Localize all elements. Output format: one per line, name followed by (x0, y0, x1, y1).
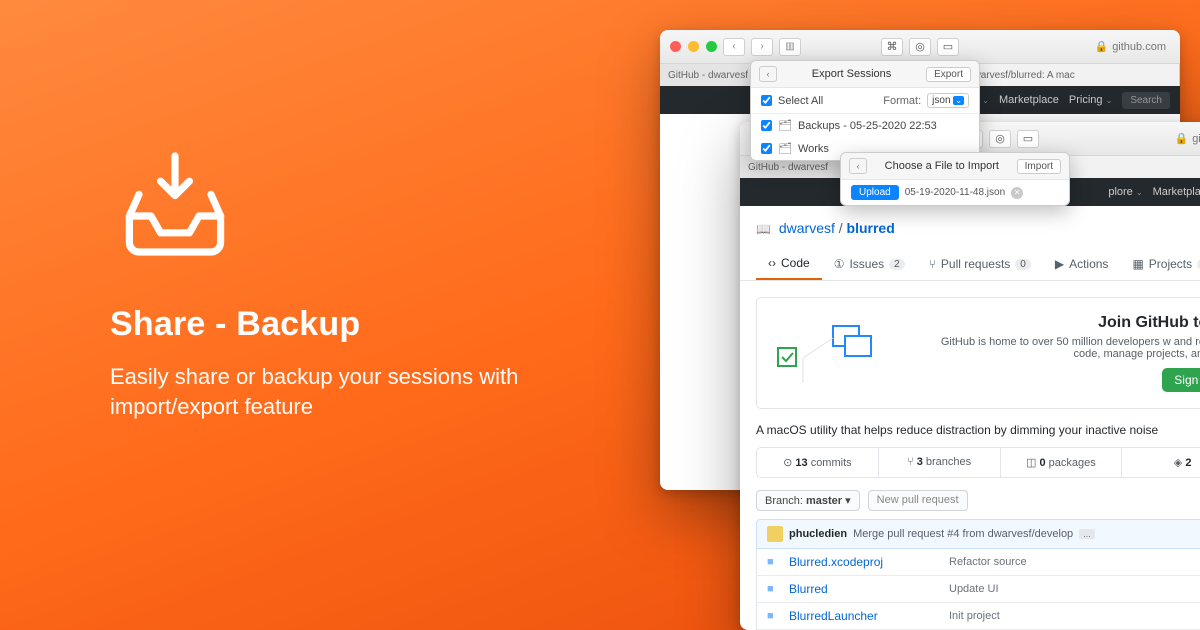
folder-icon: ■ (767, 610, 781, 622)
close-dot[interactable] (670, 41, 681, 52)
folder-icon: 🗂 (778, 142, 792, 155)
import-popup: ‹ Choose a File to Import Import Upload … (840, 152, 1070, 206)
hero-subtitle: Easily share or backup your sessions wit… (110, 362, 540, 421)
file-name[interactable]: Blurred (789, 582, 949, 596)
latest-commit-bar[interactable]: phucledien Merge pull request #4 from dw… (756, 519, 1200, 549)
repo-stats: ⊙ 13 commits ⑂ 3 branches ◫ 0 packages ◈… (756, 447, 1200, 478)
tab-actions[interactable]: ▶ Actions (1043, 248, 1121, 280)
github-promo: Join GitHub toda GitHub is home to over … (756, 297, 1200, 409)
tab-code[interactable]: ‹› Code (756, 248, 822, 280)
file-commit-msg: Init project (949, 610, 1000, 622)
new-pr-button[interactable]: New pull request (868, 490, 968, 511)
signup-button[interactable]: Sign up (1162, 368, 1200, 392)
folder-icon: 🗂 (778, 119, 792, 132)
session-item[interactable]: Works (798, 143, 829, 155)
stat-releases[interactable]: ◈ 2 (1122, 448, 1200, 477)
file-name[interactable]: BlurredLauncher (789, 609, 949, 623)
back-button[interactable]: ‹ (723, 38, 745, 56)
stat-branches[interactable]: ⑂ 3 branches (879, 448, 1001, 477)
tab-issues[interactable]: ① Issues 2 (822, 248, 917, 280)
session-checkbox[interactable] (761, 120, 772, 131)
nav-marketplace[interactable]: Marketplace (999, 94, 1059, 106)
repo-breadcrumb: 📖 dwarvesf / blurred (740, 206, 1200, 236)
hero-title: Share - Backup (110, 305, 540, 344)
import-filename: 05-19-2020-11-48.json (905, 187, 1005, 198)
stat-packages[interactable]: ◫ 0 packages (1001, 448, 1123, 477)
fwd-button[interactable]: › (751, 38, 773, 56)
nav-explore[interactable]: plore ⌄ (1108, 186, 1142, 198)
promo-title: Join GitHub toda (933, 314, 1200, 332)
nav-pricing[interactable]: Pricing ⌄ (1069, 94, 1112, 106)
repo-tabs: ‹› Code ① Issues 2 ⑂ Pull requests 0 ▶ A… (740, 248, 1200, 281)
branch-select[interactable]: Branch: master ▾ (756, 490, 860, 511)
address-bar[interactable]: 🔒 github.com (1174, 132, 1200, 145)
ext-icon[interactable]: ⌘ (881, 38, 903, 56)
promo-body: GitHub is home to over 50 million develo… (933, 336, 1200, 360)
file-row[interactable]: ■ BlurredUpdate UI (757, 576, 1200, 603)
nav-marketplace[interactable]: Marketplace (1153, 186, 1200, 198)
export-popup: ‹ Export Sessions Export Select All Form… (750, 60, 980, 161)
clear-file-icon[interactable]: ✕ (1011, 187, 1023, 199)
stat-commits[interactable]: ⊙ 13 commits (757, 448, 879, 477)
session-item[interactable]: Backups - 05-25-2020 22:53 (798, 120, 937, 132)
upload-button[interactable]: Upload (851, 185, 899, 200)
repo-icon: 📖 (756, 222, 771, 236)
select-all-label: Select All (778, 95, 823, 107)
format-select[interactable]: json ⌄ (927, 93, 969, 108)
file-row[interactable]: ■ BlurredLauncherInit project (757, 603, 1200, 630)
select-all-checkbox[interactable] (761, 95, 772, 106)
file-name[interactable]: Blurred.xcodeproj (789, 555, 949, 569)
browser-window-front: ‹ › ▥ ⌘ ◎ ▭ 🔒 github.com GitHub - dwarve… (740, 122, 1200, 630)
tab-pull-requests[interactable]: ⑂ Pull requests 0 (917, 248, 1043, 280)
file-commit-msg: Refactor source (949, 556, 1027, 568)
file-list: ■ Blurred.xcodeprojRefactor source ■ Blurre… (756, 549, 1200, 630)
folder-icon: ■ (767, 556, 781, 568)
session-checkbox[interactable] (761, 143, 772, 154)
file-commit-msg: Update UI (949, 583, 999, 595)
file-row[interactable]: ■ Blurred.xcodeprojRefactor source (757, 549, 1200, 576)
ext-icon-2[interactable]: ◎ (989, 130, 1011, 148)
popup-back-button[interactable]: ‹ (759, 66, 777, 82)
address-bar[interactable]: 🔒 github.com (1094, 40, 1166, 53)
ext-icon-2[interactable]: ◎ (909, 38, 931, 56)
avatar (767, 526, 783, 542)
window-chrome: ‹ › ▥ ⌘ ◎ ▭ 🔒 github.com (660, 30, 1180, 64)
popup-back-button[interactable]: ‹ (849, 158, 867, 174)
min-dot[interactable] (688, 41, 699, 52)
max-dot[interactable] (706, 41, 717, 52)
sidebar-button[interactable]: ▥ (779, 38, 801, 56)
ext-icon-3[interactable]: ▭ (937, 38, 959, 56)
folder-icon: ■ (767, 583, 781, 595)
repo-owner-link[interactable]: dwarvesf (779, 220, 835, 236)
export-button[interactable]: Export (926, 67, 971, 82)
popup-title: Export Sessions (812, 68, 891, 80)
tab-projects[interactable]: ▦ Projects 0 (1120, 248, 1200, 280)
repo-name-link[interactable]: blurred (847, 220, 895, 236)
promo-illustration (773, 318, 913, 388)
format-label: Format: (883, 95, 921, 107)
ext-icon-3[interactable]: ▭ (1017, 130, 1039, 148)
inbox-download-icon (110, 150, 240, 270)
repo-description: A macOS utility that helps reduce distra… (756, 423, 1200, 437)
import-button[interactable]: Import (1017, 159, 1061, 174)
popup-title: Choose a File to Import (885, 160, 999, 172)
search-input[interactable]: Search (1122, 92, 1170, 109)
